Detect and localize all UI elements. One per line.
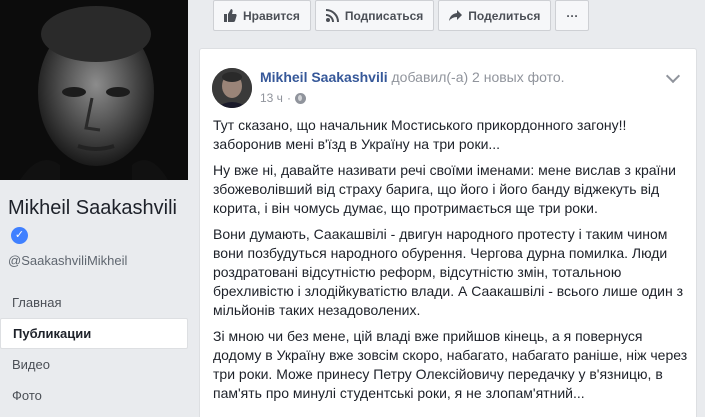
profile-name-text: Mikheil Saakashvili (8, 197, 177, 219)
more-options-button[interactable]: ··· (555, 0, 590, 31)
subscribe-button[interactable]: Подписаться (314, 0, 435, 31)
post-trailing-dash: — (213, 409, 227, 417)
post-meta: 13 ч · (260, 91, 306, 105)
post-paragraph: Ну вже ні, давайте називати речі своїми … (213, 162, 676, 216)
nav-item-videos[interactable]: Видео (0, 349, 188, 380)
profile-handle[interactable]: @SaakashviliMikheil (8, 253, 127, 268)
post-paragraph: Тут сказано, що начальник Мостиського пр… (213, 117, 627, 152)
profile-photo-image (0, 0, 188, 180)
post-author-link[interactable]: Mikheil Saakashvili (260, 69, 388, 85)
like-label: Нравится (243, 8, 300, 23)
nav-item-posts[interactable]: Публикации (0, 318, 188, 349)
profile-sidebar: Mikheil Saakashvili ✓ @SaakashviliMikheil… (0, 0, 198, 417)
share-button[interactable]: Поделиться (438, 0, 552, 31)
share-label: Поделиться (468, 8, 541, 23)
verified-badge-icon: ✓ (11, 227, 28, 244)
nav-item-photos[interactable]: Фото (0, 380, 188, 411)
meta-separator: · (286, 91, 291, 105)
post-timestamp[interactable]: 13 ч (260, 91, 283, 105)
post-header: Mikheil Saakashvili добавил(-а) 2 новых … (260, 69, 565, 85)
thumbs-up-icon (224, 9, 237, 22)
post-card: Mikheil Saakashvili добавил(-а) 2 новых … (199, 48, 697, 417)
share-arrow-icon (449, 9, 463, 22)
post-paragraph: Зі мною чи без мене, цій владі вже прийш… (213, 328, 688, 401)
avatar-image (212, 68, 252, 108)
post-action-text: добавил(-а) 2 новых фото. (391, 69, 565, 85)
chevron-down-icon[interactable] (665, 68, 681, 84)
post-paragraph: Вони думають, Саакашвілі - двигун народн… (213, 226, 684, 318)
page-action-bar: Нравится Подписаться Поделиться ··· (213, 0, 590, 31)
post-text: Тут сказано, що начальник Мостиського пр… (213, 116, 691, 417)
profile-photo[interactable] (0, 0, 188, 180)
rss-icon (325, 9, 339, 22)
like-button[interactable]: Нравится (213, 0, 311, 31)
nav-item-home[interactable]: Главная (0, 287, 188, 318)
profile-name[interactable]: Mikheil Saakashvili ✓ (8, 196, 193, 246)
globe-icon[interactable] (294, 92, 306, 104)
subscribe-label: Подписаться (344, 8, 424, 23)
author-avatar[interactable] (212, 68, 252, 108)
page-nav: Главная Публикации Видео Фото (0, 287, 188, 411)
